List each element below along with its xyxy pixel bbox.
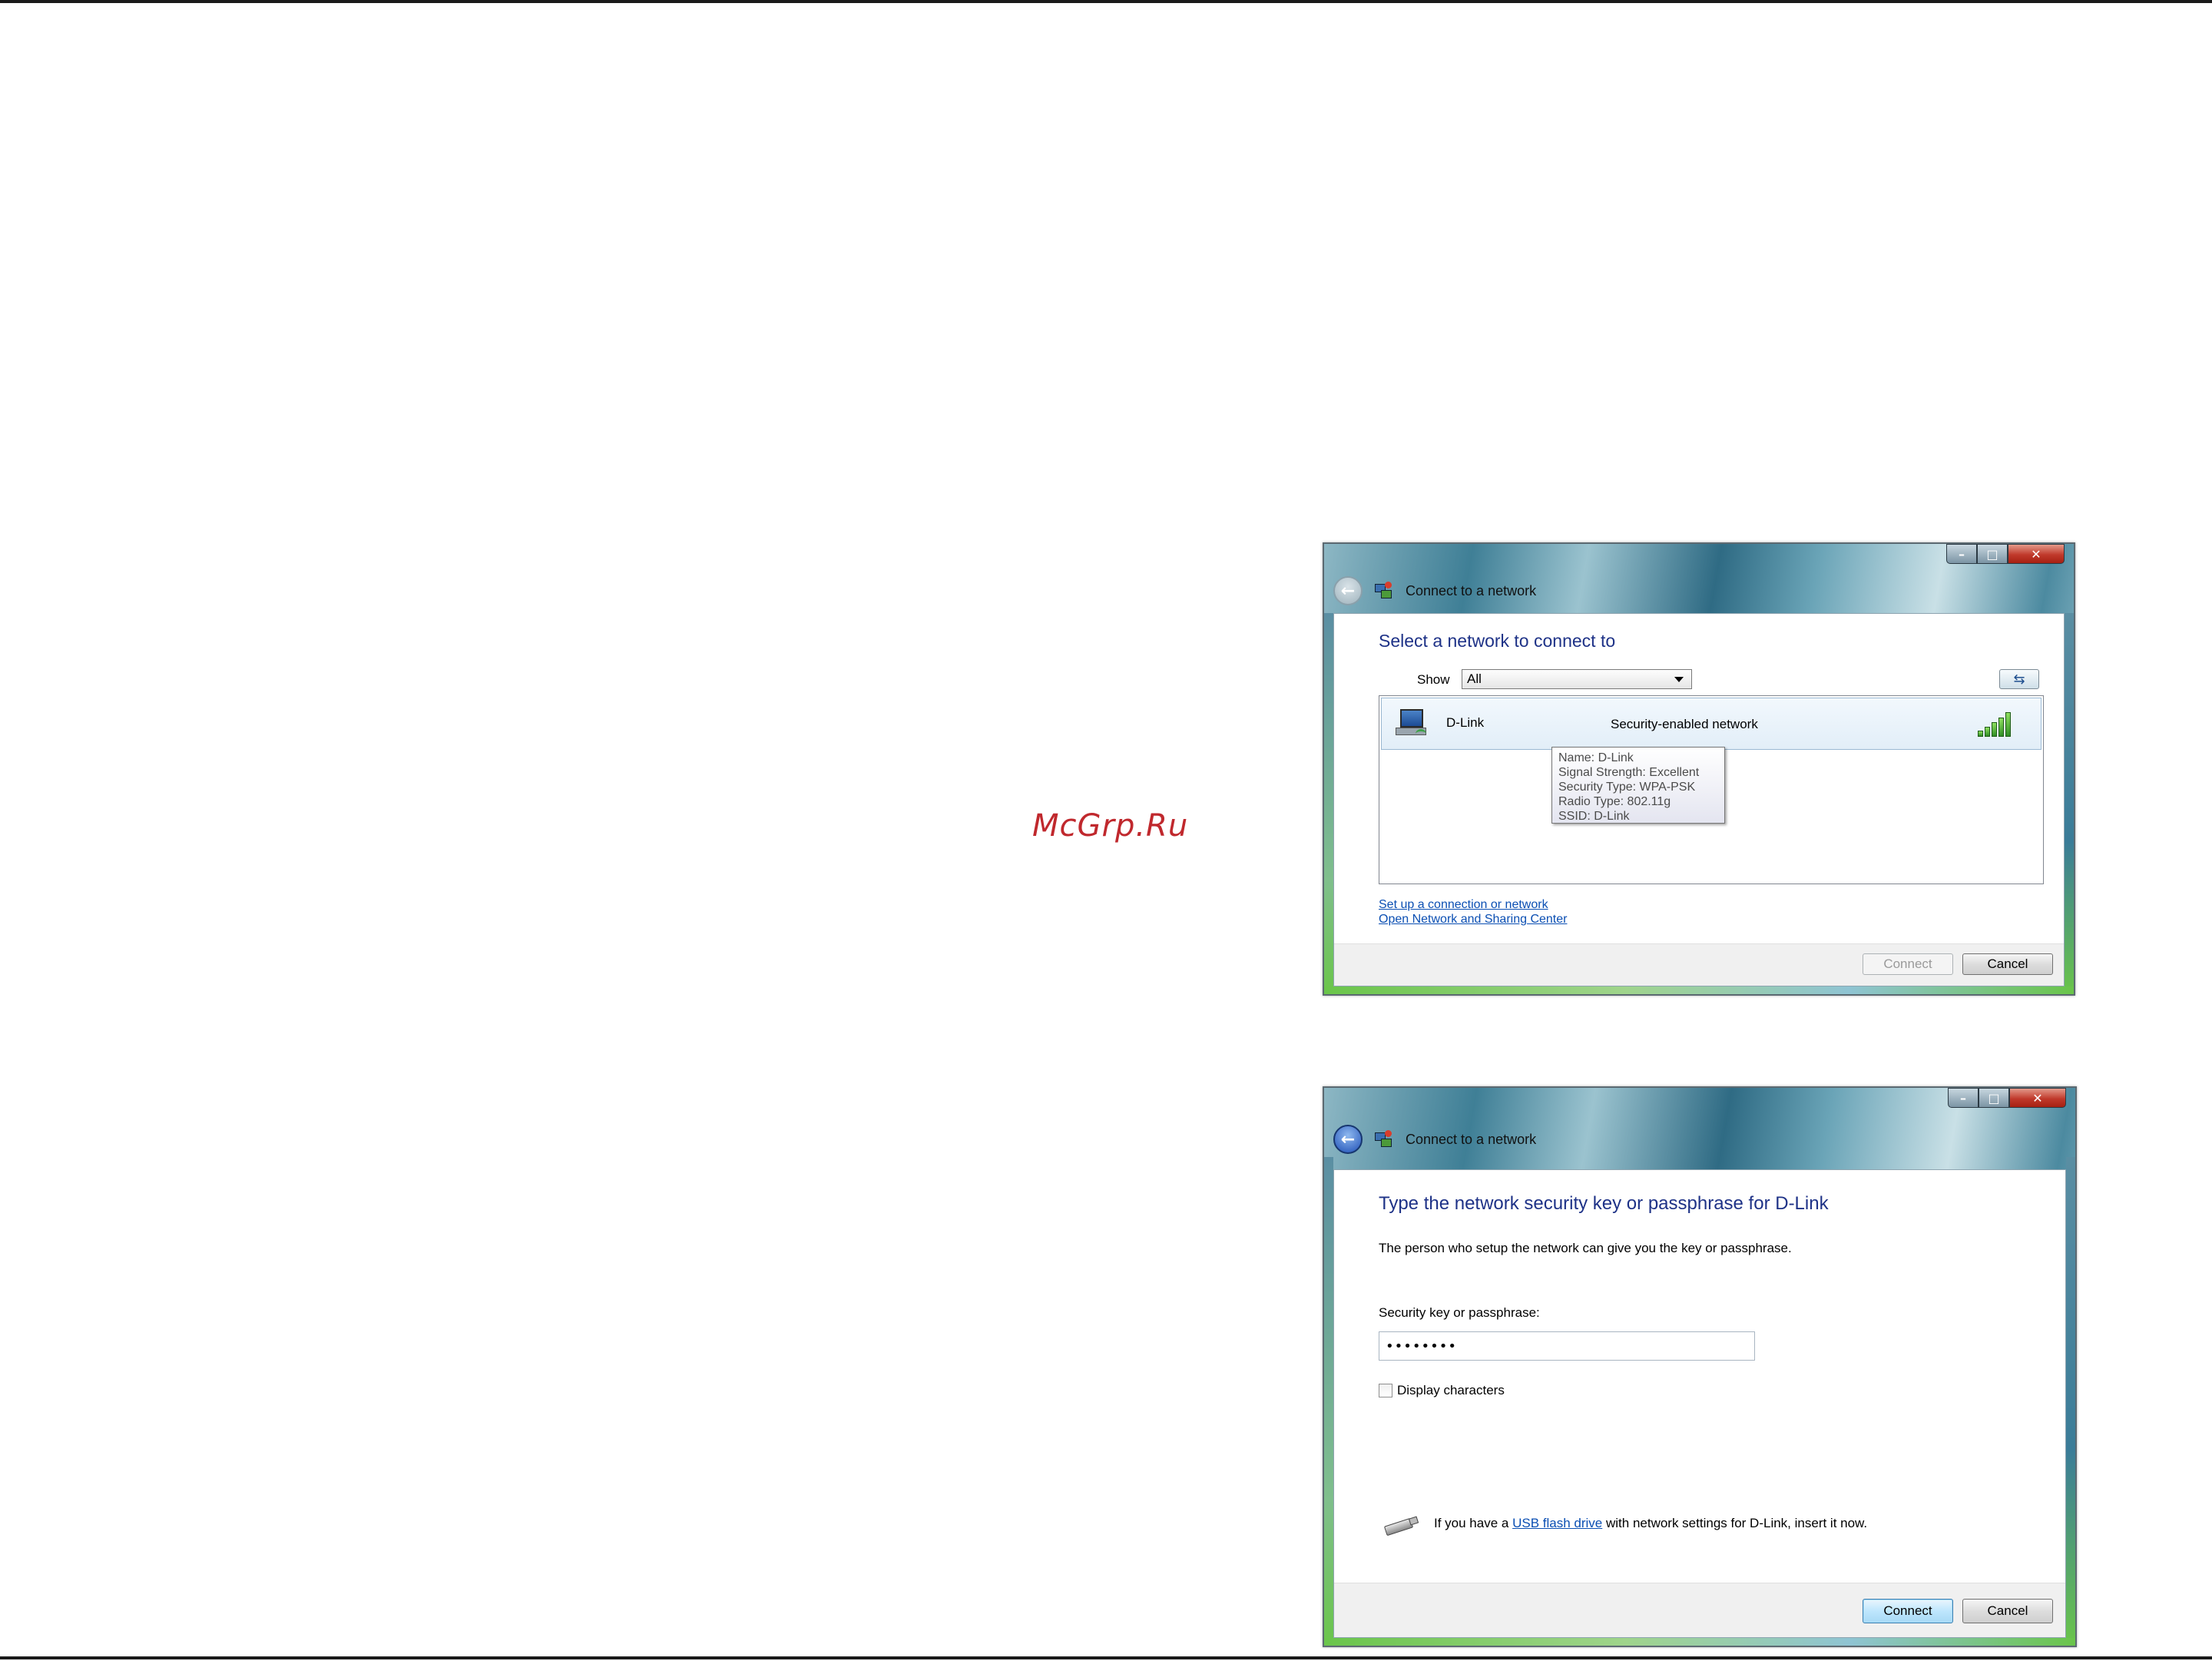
connect-button[interactable]: Connect: [1863, 953, 1953, 975]
window-left-edge: [1324, 1157, 1333, 1646]
bottom-rule: [0, 1656, 2212, 1659]
cancel-button[interactable]: Cancel: [1962, 1599, 2053, 1623]
display-characters-checkbox[interactable]: [1379, 1384, 1392, 1397]
title-bar: ← Connect to a network: [1333, 573, 1536, 608]
tooltip-line: Radio Type: 802.11g: [1558, 795, 1671, 808]
usb-hint-before: If you have a: [1434, 1516, 1509, 1530]
network-row-d-link[interactable]: D-Link Security-enabled network: [1381, 698, 2041, 750]
window-bottom-edge: [1324, 986, 2074, 994]
security-key-input[interactable]: ••••••••: [1379, 1331, 1755, 1361]
description-text: The person who setup the network can giv…: [1379, 1241, 1792, 1255]
tooltip-line: Signal Strength: Excellent: [1558, 766, 1700, 779]
button-bar: Connect Cancel: [1334, 943, 2064, 986]
caption-buttons: – □ ✕: [1946, 544, 2065, 565]
show-filter-dropdown[interactable]: All: [1462, 669, 1692, 689]
usb-hint-after: with network settings for D-Link, insert…: [1605, 1516, 1868, 1530]
watermark: McGrp.Ru: [1032, 808, 1189, 844]
refresh-button[interactable]: ⇆: [1999, 669, 2039, 689]
signal-strength-icon: [1978, 712, 2015, 737]
window-content: Type the network security key or passphr…: [1333, 1169, 2066, 1638]
usb-hint: If you have a USB flash drive with netwo…: [1434, 1516, 1867, 1531]
network-list: D-Link Security-enabled network Name: D-…: [1379, 695, 2044, 884]
maximize-button[interactable]: □: [1979, 1088, 2009, 1108]
tooltip-line: SSID: D-Link: [1558, 810, 1630, 823]
window-left-edge: [1324, 613, 1333, 994]
minimize-button[interactable]: –: [1948, 1088, 1979, 1108]
connect-network-window-passphrase: – □ ✕ ← Connect to a network Type the ne…: [1323, 1086, 2077, 1647]
close-button[interactable]: ✕: [2008, 544, 2065, 564]
show-filter-value: All: [1467, 671, 1482, 686]
refresh-icon: ⇆: [2013, 671, 2025, 688]
close-button[interactable]: ✕: [2009, 1088, 2066, 1108]
window-title: Connect to a network: [1406, 582, 1537, 598]
usb-flash-drive-link[interactable]: USB flash drive: [1512, 1516, 1602, 1530]
security-key-label: Security key or passphrase:: [1379, 1305, 1540, 1320]
network-tooltip: Name: D-Link Signal Strength: Excellent …: [1551, 747, 1725, 824]
page-heading: Select a network to connect to: [1379, 631, 1616, 651]
title-bar: ← Connect to a network: [1333, 1122, 1536, 1157]
minimize-button[interactable]: –: [1946, 544, 1977, 564]
back-arrow-icon[interactable]: ←: [1333, 1125, 1363, 1154]
window-content: Select a network to connect to Show All …: [1333, 613, 2065, 986]
window-title: Connect to a network: [1406, 1131, 1537, 1147]
network-sharing-center-link[interactable]: Open Network and Sharing Center: [1379, 913, 1567, 927]
button-bar: Connect Cancel: [1334, 1583, 2065, 1637]
connect-network-window-select: – □ ✕ ← Connect to a network Select a ne…: [1323, 542, 2075, 996]
network-wizard-icon: [1373, 1129, 1393, 1149]
top-rule: [0, 0, 2212, 3]
display-characters-label[interactable]: Display characters: [1397, 1383, 1505, 1398]
back-arrow-icon[interactable]: ←: [1333, 576, 1363, 605]
cancel-button[interactable]: Cancel: [1962, 953, 2053, 975]
network-security: Security-enabled network: [1611, 717, 1758, 731]
chevron-down-icon: [1674, 677, 1684, 682]
tooltip-line: Name: D-Link: [1558, 751, 1634, 764]
setup-connection-link[interactable]: Set up a connection or network: [1379, 898, 1548, 912]
network-wizard-icon: [1373, 581, 1393, 601]
wireless-computer-icon: [1396, 709, 1428, 738]
tooltip-line: Security Type: WPA-PSK: [1558, 781, 1696, 794]
network-name: D-Link: [1446, 715, 1485, 730]
window-right-edge: [2065, 613, 2074, 994]
show-label: Show: [1417, 672, 1450, 687]
page-heading: Type the network security key or passphr…: [1379, 1193, 1829, 1214]
usb-flash-drive-icon: [1379, 1516, 1419, 1537]
window-right-edge: [2066, 1157, 2075, 1646]
caption-buttons: – □ ✕: [1948, 1088, 2066, 1109]
maximize-button[interactable]: □: [1977, 544, 2008, 564]
window-bottom-edge: [1324, 1638, 2075, 1646]
connect-button[interactable]: Connect: [1863, 1599, 1953, 1623]
